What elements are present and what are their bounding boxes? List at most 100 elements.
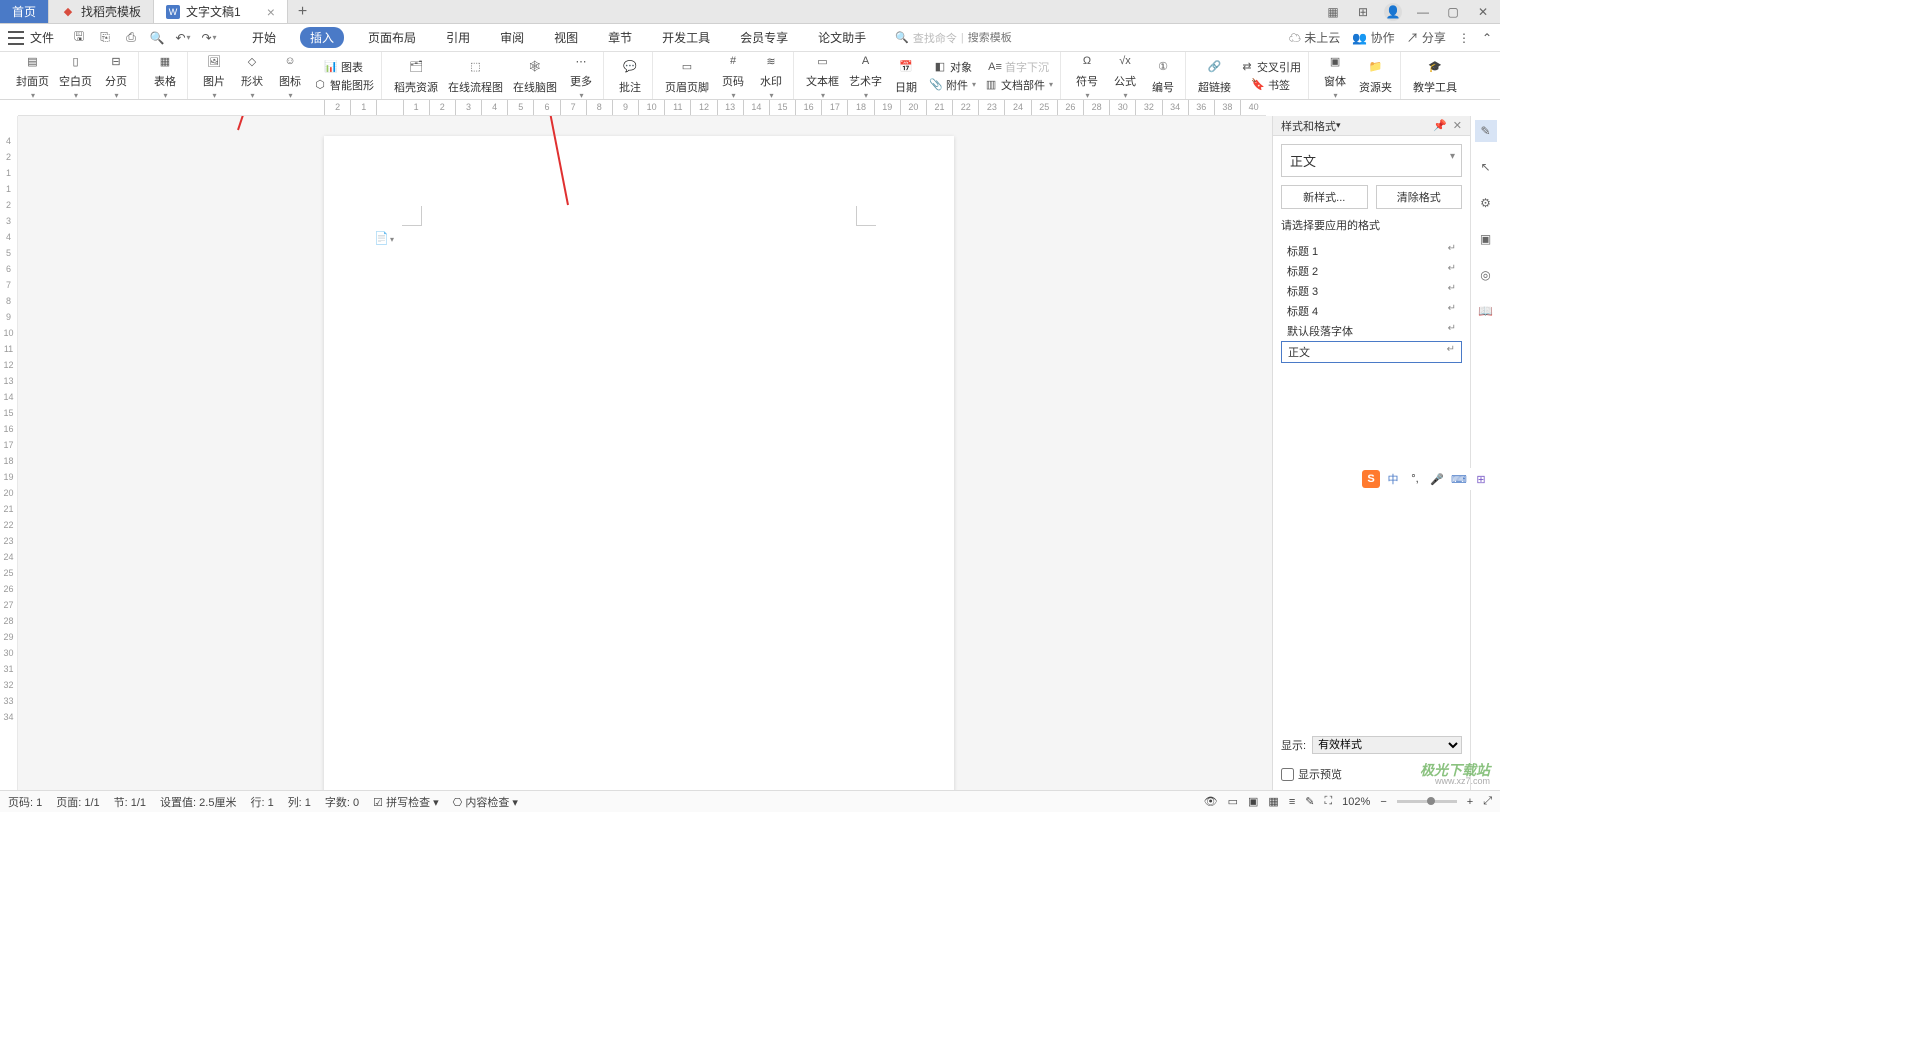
command-search[interactable]: 🔍 查找命令 |	[895, 30, 1048, 46]
object-button[interactable]: ◧对象	[926, 58, 979, 76]
ime-grid-icon[interactable]: ⊞	[1472, 470, 1490, 488]
resource-button[interactable]: 📁资源夹	[1355, 55, 1396, 97]
window-form-button[interactable]: ▣窗体	[1317, 49, 1353, 102]
bookmark-button[interactable]: 🔖书签	[1237, 76, 1304, 94]
tab-layout[interactable]: 页面布局	[362, 27, 422, 48]
pin-icon[interactable]: 📌	[1433, 119, 1447, 132]
docpart-button[interactable]: ▥文档部件	[981, 76, 1056, 94]
picture-button[interactable]: 🖼图片	[196, 49, 232, 102]
textbox-button[interactable]: ▭文本框	[802, 49, 843, 102]
eye-icon[interactable]: 👁	[1204, 795, 1218, 808]
share-button[interactable]: ↗ 分享	[1407, 29, 1446, 46]
layout-icon[interactable]: ▦	[1324, 3, 1342, 21]
hyperlink-button[interactable]: 🔗超链接	[1194, 55, 1235, 97]
ime-toolbar[interactable]: S 中 °, 🎤 ⌨ ⊞	[1360, 468, 1492, 490]
dropcap-button[interactable]: A≡首字下沉	[981, 58, 1056, 76]
export-icon[interactable]: ⎘	[96, 29, 114, 47]
blank-page-button[interactable]: ▯空白页	[55, 49, 96, 102]
status-line[interactable]: 行: 1	[250, 794, 273, 810]
docer-button[interactable]: 🗂稻壳资源	[390, 55, 442, 97]
ime-punct-icon[interactable]: °,	[1406, 470, 1424, 488]
file-menu[interactable]: 文件	[30, 29, 54, 46]
collapse-ribbon-icon[interactable]: ⌃	[1482, 31, 1492, 45]
redo-button[interactable]: ↷	[200, 29, 218, 47]
teaching-tools-button[interactable]: 🎓教学工具	[1409, 55, 1461, 97]
current-style-select[interactable]: 正文	[1281, 144, 1462, 177]
zoom-out-button[interactable]: −	[1380, 796, 1386, 808]
minimize-icon[interactable]: —	[1414, 3, 1432, 21]
document-page[interactable]: 📄	[324, 136, 954, 790]
rail-edit-icon[interactable]: ✎	[1475, 120, 1497, 142]
undo-button[interactable]: ↶	[174, 29, 192, 47]
wordart-button[interactable]: A艺术字	[845, 49, 886, 102]
clear-format-button[interactable]: 清除格式	[1376, 185, 1463, 209]
read-mode-icon[interactable]: ▭	[1228, 795, 1238, 808]
tab-reference[interactable]: 引用	[440, 27, 476, 48]
tab-dev[interactable]: 开发工具	[656, 27, 716, 48]
ime-voice-icon[interactable]: 🎤	[1428, 470, 1446, 488]
cover-page-button[interactable]: ▤封面页	[12, 49, 53, 102]
page-break-button[interactable]: ⊟分页	[98, 49, 134, 102]
rail-book-icon[interactable]: 📖	[1475, 300, 1497, 322]
print-icon[interactable]: ⎙	[122, 29, 140, 47]
canvas-area[interactable]: 📄	[18, 116, 1272, 790]
status-page[interactable]: 页面: 1/1	[56, 794, 99, 810]
fit-icon[interactable]: ⛶	[1324, 795, 1332, 808]
coop-button[interactable]: 👥 协作	[1352, 29, 1394, 46]
style-item[interactable]: 默认段落字体↵	[1281, 321, 1462, 341]
tab-add-button[interactable]: +	[288, 0, 317, 23]
page-indicator-icon[interactable]: 📄	[374, 231, 394, 245]
more-menu-icon[interactable]: ⋮	[1458, 31, 1470, 45]
page-mode-icon[interactable]: ▣	[1248, 795, 1258, 808]
flowchart-button[interactable]: ⬚在线流程图	[444, 55, 507, 97]
hamburger-icon[interactable]	[8, 31, 24, 45]
rail-select-icon[interactable]: ↖	[1475, 156, 1497, 178]
expand-icon[interactable]: ⤢	[1483, 795, 1492, 808]
zoom-slider[interactable]	[1397, 800, 1457, 803]
style-item[interactable]: 标题 4↵	[1281, 301, 1462, 321]
status-position[interactable]: 设置值: 2.5厘米	[160, 794, 236, 810]
status-words[interactable]: 字数: 0	[325, 794, 359, 810]
symbol-button[interactable]: Ω符号	[1069, 49, 1105, 102]
shape-button[interactable]: ◇形状	[234, 49, 270, 102]
more-button[interactable]: ⋯更多	[563, 49, 599, 102]
status-section[interactable]: 节: 1/1	[114, 794, 146, 810]
tab-home[interactable]: 首页	[0, 0, 49, 23]
tab-review[interactable]: 审阅	[494, 27, 530, 48]
tab-view[interactable]: 视图	[548, 27, 584, 48]
tab-doc[interactable]: W 文字文稿1 ×	[154, 0, 288, 23]
maximize-icon[interactable]: ▢	[1444, 3, 1462, 21]
web-mode-icon[interactable]: ▦	[1268, 795, 1278, 808]
tab-vip[interactable]: 会员专享	[734, 27, 794, 48]
style-item[interactable]: 标题 2↵	[1281, 261, 1462, 281]
style-item[interactable]: 正文↵	[1281, 341, 1462, 363]
number-button[interactable]: ①编号	[1145, 55, 1181, 97]
rail-settings-icon[interactable]: ⚙	[1475, 192, 1497, 214]
comment-button[interactable]: 💬批注	[612, 55, 648, 97]
page-number-button[interactable]: #页码	[715, 49, 751, 102]
pencil-icon[interactable]: ✎	[1305, 795, 1314, 808]
status-contentcheck[interactable]: ⎔ 内容检查 ▾	[453, 794, 518, 810]
rail-target-icon[interactable]: ◎	[1475, 264, 1497, 286]
apps-icon[interactable]: ⊞	[1354, 3, 1372, 21]
smartart-button[interactable]: ⬡智能图形	[310, 76, 377, 94]
crossref-button[interactable]: ⇄交叉引用	[1237, 58, 1304, 76]
table-button[interactable]: ▦表格	[147, 49, 183, 102]
search-input[interactable]	[968, 32, 1048, 44]
watermark-button[interactable]: ≋水印	[753, 49, 789, 102]
user-icon[interactable]: 👤	[1384, 3, 1402, 21]
date-button[interactable]: 📅日期	[888, 55, 924, 97]
preview-icon[interactable]: 🔍	[148, 29, 166, 47]
style-item[interactable]: 标题 3↵	[1281, 281, 1462, 301]
window-close-icon[interactable]: ✕	[1474, 3, 1492, 21]
cloud-status[interactable]: ☁ 未上云	[1289, 29, 1340, 46]
preview-checkbox[interactable]	[1281, 768, 1294, 781]
attach-button[interactable]: 📎附件	[926, 76, 979, 94]
rail-layers-icon[interactable]: ▣	[1475, 228, 1497, 250]
panel-close-icon[interactable]: ✕	[1453, 119, 1462, 132]
ime-lang-icon[interactable]: 中	[1384, 470, 1402, 488]
equation-button[interactable]: √x公式	[1107, 49, 1143, 102]
tab-insert[interactable]: 插入	[300, 27, 344, 48]
tab-start[interactable]: 开始	[246, 27, 282, 48]
display-filter-select[interactable]: 有效样式	[1312, 736, 1462, 754]
